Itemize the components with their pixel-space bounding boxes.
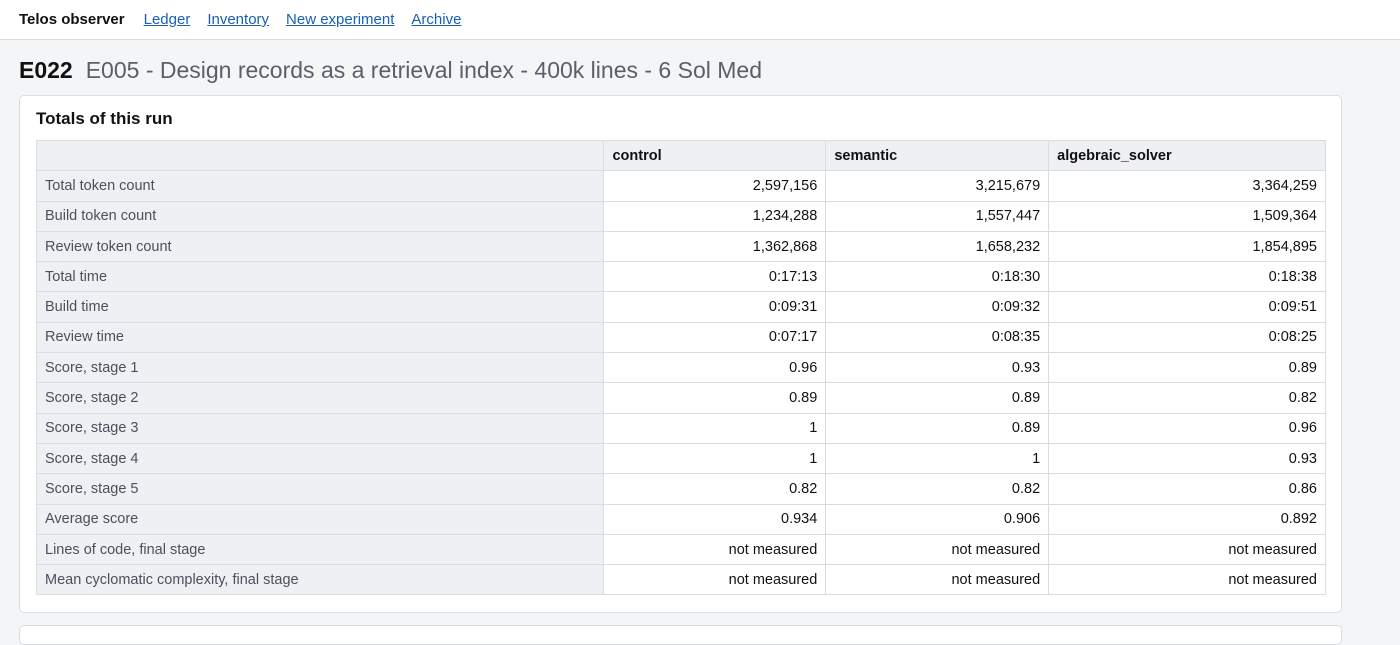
cell-algebraic-solver: 3,364,259 bbox=[1048, 170, 1326, 202]
cell-control: 1,234,288 bbox=[603, 200, 827, 232]
table-header-row: control semantic algebraic_solver bbox=[35, 139, 1326, 172]
cell-semantic: 0.89 bbox=[825, 412, 1050, 444]
column-header-algebraic-solver: algebraic_solver bbox=[1048, 139, 1326, 172]
totals-table: control semantic algebraic_solver Total … bbox=[35, 139, 1326, 596]
cell-control: 0:07:17 bbox=[603, 321, 827, 354]
cell-semantic: 0.89 bbox=[825, 382, 1050, 414]
row-label: Lines of code, final stage bbox=[35, 533, 605, 566]
row-label: Average score bbox=[35, 503, 605, 535]
cell-semantic: 1 bbox=[825, 442, 1050, 475]
nav-link-ledger[interactable]: Ledger bbox=[144, 11, 191, 28]
table-row: Score, stage 3 1 0.89 0.96 bbox=[35, 412, 1326, 444]
column-header-control: control bbox=[603, 139, 827, 172]
cell-control: 0.96 bbox=[603, 352, 827, 384]
cell-control: 1 bbox=[603, 412, 827, 444]
cell-control: 2,597,156 bbox=[603, 170, 827, 202]
row-label: Build token count bbox=[35, 200, 605, 232]
cell-algebraic-solver: 0.86 bbox=[1048, 473, 1326, 505]
cell-control: not measured bbox=[603, 533, 827, 566]
experiment-id: E022 bbox=[19, 57, 73, 83]
next-card bbox=[19, 625, 1342, 645]
nav-link-inventory[interactable]: Inventory bbox=[207, 11, 269, 28]
cell-algebraic-solver: 1,509,364 bbox=[1048, 200, 1326, 232]
cell-algebraic-solver: 0.892 bbox=[1048, 503, 1326, 535]
cell-semantic: 1,557,447 bbox=[825, 200, 1050, 232]
table-row: Total time 0:17:13 0:18:30 0:18:38 bbox=[35, 261, 1326, 293]
row-label: Total time bbox=[35, 261, 605, 293]
cell-algebraic-solver: not measured bbox=[1048, 533, 1326, 566]
cell-algebraic-solver: 0.89 bbox=[1048, 352, 1326, 384]
cell-semantic: 0.82 bbox=[825, 473, 1050, 505]
row-label: Score, stage 5 bbox=[35, 473, 605, 505]
cell-algebraic-solver: 0.82 bbox=[1048, 382, 1326, 414]
table-row: Build time 0:09:31 0:09:32 0:09:51 bbox=[35, 291, 1326, 323]
cell-semantic: 0.93 bbox=[825, 352, 1050, 384]
column-header-blank bbox=[35, 139, 605, 172]
totals-card: Totals of this run control semantic alge… bbox=[19, 95, 1342, 613]
row-label: Score, stage 3 bbox=[35, 412, 605, 444]
table-row: Score, stage 1 0.96 0.93 0.89 bbox=[35, 352, 1326, 384]
table-row: Review time 0:07:17 0:08:35 0:08:25 bbox=[35, 321, 1326, 354]
cell-algebraic-solver: 0:18:38 bbox=[1048, 261, 1326, 293]
cell-semantic: 0.906 bbox=[825, 503, 1050, 535]
cell-semantic: not measured bbox=[825, 564, 1050, 596]
table-row: Score, stage 4 1 1 0.93 bbox=[35, 442, 1326, 475]
totals-table-body: Total token count 2,597,156 3,215,679 3,364… bbox=[35, 170, 1326, 596]
row-label: Mean cyclomatic complexity, final stage bbox=[35, 564, 605, 596]
row-label: Score, stage 2 bbox=[35, 382, 605, 414]
cell-semantic: 0:09:32 bbox=[825, 291, 1050, 323]
cell-algebraic-solver: 0.93 bbox=[1048, 442, 1326, 475]
cell-semantic: not measured bbox=[825, 533, 1050, 566]
cell-algebraic-solver: not measured bbox=[1048, 564, 1326, 596]
column-header-semantic: semantic bbox=[825, 139, 1050, 172]
row-label: Total token count bbox=[35, 170, 605, 202]
cell-semantic: 1,658,232 bbox=[825, 230, 1050, 263]
totals-card-title: Totals of this run bbox=[36, 109, 173, 128]
cell-semantic: 0:18:30 bbox=[825, 261, 1050, 293]
cell-algebraic-solver: 0:08:25 bbox=[1048, 321, 1326, 354]
cell-control: 0.82 bbox=[603, 473, 827, 505]
nav-link-archive[interactable]: Archive bbox=[411, 11, 461, 28]
cell-control: 0:17:13 bbox=[603, 261, 827, 293]
cell-control: 0.934 bbox=[603, 503, 827, 535]
top-navigation: Telos observer Ledger Inventory New expe… bbox=[0, 0, 1400, 40]
row-label: Score, stage 1 bbox=[35, 352, 605, 384]
table-row: Review token count 1,362,868 1,658,232 1,85… bbox=[35, 230, 1326, 263]
cell-semantic: 0:08:35 bbox=[825, 321, 1050, 354]
cell-control: 1 bbox=[603, 442, 827, 475]
table-row: Average score 0.934 0.906 0.892 bbox=[35, 503, 1326, 535]
cell-control: 0.89 bbox=[603, 382, 827, 414]
page-heading: E022 E005 - Design records as a retrieva… bbox=[19, 57, 762, 84]
cell-algebraic-solver: 0.96 bbox=[1048, 412, 1326, 444]
nav-link-new-experiment[interactable]: New experiment bbox=[286, 11, 394, 28]
table-row: Mean cyclomatic complexity, final stage n… bbox=[35, 564, 1326, 596]
table-row: Score, stage 2 0.89 0.89 0.82 bbox=[35, 382, 1326, 414]
table-row: Total token count 2,597,156 3,215,679 3,364… bbox=[35, 170, 1326, 202]
table-row: Lines of code, final stage not measured no… bbox=[35, 533, 1326, 566]
table-row: Score, stage 5 0.82 0.82 0.86 bbox=[35, 473, 1326, 505]
cell-control: 1,362,868 bbox=[603, 230, 827, 263]
cell-semantic: 3,215,679 bbox=[825, 170, 1050, 202]
cell-control: 0:09:31 bbox=[603, 291, 827, 323]
cell-algebraic-solver: 0:09:51 bbox=[1048, 291, 1326, 323]
row-label: Score, stage 4 bbox=[35, 442, 605, 475]
row-label: Review time bbox=[35, 321, 605, 354]
row-label: Review token count bbox=[35, 230, 605, 263]
cell-algebraic-solver: 1,854,895 bbox=[1048, 230, 1326, 263]
brand-name[interactable]: Telos observer bbox=[19, 11, 125, 28]
experiment-title: E005 - Design records as a retrieval ind… bbox=[85, 57, 762, 83]
table-row: Build token count 1,234,288 1,557,447 1,509… bbox=[35, 200, 1326, 232]
row-label: Build time bbox=[35, 291, 605, 323]
cell-control: not measured bbox=[603, 564, 827, 596]
